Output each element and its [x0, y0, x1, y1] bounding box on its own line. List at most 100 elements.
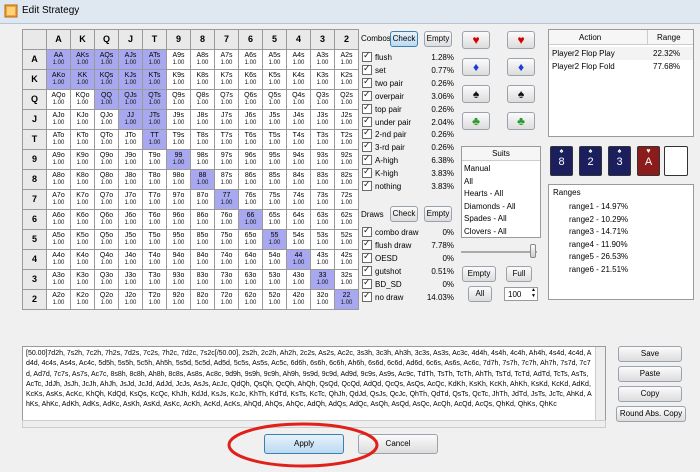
row-header[interactable]: 6	[22, 209, 47, 230]
hand-cell[interactable]: Q5o 1.00	[94, 229, 119, 250]
hand-cell[interactable]: JTs 1.00	[142, 109, 167, 130]
hand-cell[interactable]: A4o 1.00	[46, 249, 71, 270]
suit-option[interactable]: Clovers - All	[464, 227, 507, 236]
hand-cell[interactable]: 88 1.00	[190, 169, 215, 190]
hand-cell[interactable]: 85o 1.00	[190, 229, 215, 250]
hand-cell[interactable]: AJs 1.00	[118, 49, 143, 70]
suit-option[interactable]: Diamonds - All	[464, 202, 516, 211]
hand-cell[interactable]: J9s 1.00	[166, 109, 191, 130]
hand-cell[interactable]: AKo 1.00	[46, 69, 71, 90]
hand-cell[interactable]: KJo 1.00	[70, 109, 95, 130]
hand-cell[interactable]: 98s 1.00	[190, 149, 215, 170]
board-card[interactable]: ♠ 2	[579, 146, 602, 176]
hand-cell[interactable]: T3o 1.00	[142, 269, 167, 290]
hand-cell[interactable]: Q8s 1.00	[190, 89, 215, 110]
board-card[interactable]: ♥ A	[637, 146, 660, 176]
hand-cell[interactable]: 85s 1.00	[262, 169, 287, 190]
hand-cell[interactable]: J2o 1.00	[118, 289, 143, 310]
hand-cell[interactable]: T8s 1.00	[190, 129, 215, 150]
slider-thumb[interactable]	[530, 244, 536, 258]
hand-cell[interactable]: A7o 1.00	[46, 189, 71, 210]
hand-cell[interactable]: A2s 1.00	[334, 49, 359, 70]
hand-cell[interactable]: 77 1.00	[214, 189, 239, 210]
range-item[interactable]: range2 - 10.29%	[569, 215, 628, 224]
hand-cell[interactable]: 82s 1.00	[334, 169, 359, 190]
suit-filter-button[interactable]: ♦	[462, 58, 490, 76]
hand-cell[interactable]: K2o 1.00	[70, 289, 95, 310]
hand-cell[interactable]: 32s 1.00	[334, 269, 359, 290]
full-button[interactable]: Full	[506, 266, 532, 282]
combo-checkbox[interactable]	[362, 127, 372, 140]
range-item[interactable]: range3 - 14.71%	[569, 227, 628, 236]
hand-cell[interactable]: T5o 1.00	[142, 229, 167, 250]
hand-cell[interactable]: 72s 1.00	[334, 189, 359, 210]
hand-cell[interactable]: J4o 1.00	[118, 249, 143, 270]
hand-cell[interactable]: 93s 1.00	[310, 149, 335, 170]
range-item[interactable]: range5 - 26.53%	[569, 252, 628, 261]
hand-cell[interactable]: T7o 1.00	[142, 189, 167, 210]
hand-cell[interactable]: T8o 1.00	[142, 169, 167, 190]
spin-arrows-icon[interactable]: ▲ ▼	[531, 287, 536, 299]
hand-cell[interactable]: 94o 1.00	[166, 249, 191, 270]
hand-cell[interactable]: 95s 1.00	[262, 149, 287, 170]
hand-cell[interactable]: Q2o 1.00	[94, 289, 119, 310]
round-abs-copy-button[interactable]: Round Abs. Copy	[616, 406, 686, 422]
hand-cell[interactable]: K3o 1.00	[70, 269, 95, 290]
hand-cell[interactable]: K4o 1.00	[70, 249, 95, 270]
row-header[interactable]: 7	[22, 189, 47, 210]
copy-button[interactable]: Copy	[618, 386, 682, 402]
hand-cell[interactable]: Q4s 1.00	[286, 89, 311, 110]
row-header[interactable]: A	[22, 49, 47, 70]
hand-cell[interactable]: 75s 1.00	[262, 189, 287, 210]
hand-cell[interactable]: 95o 1.00	[166, 229, 191, 250]
column-header[interactable]: 6	[238, 29, 263, 50]
hand-cell[interactable]: J2s 1.00	[334, 109, 359, 130]
hand-cell[interactable]: 65o 1.00	[238, 229, 263, 250]
hand-cell[interactable]: K6o 1.00	[70, 209, 95, 230]
draw-checkbox[interactable]	[362, 251, 372, 263]
column-header[interactable]: K	[70, 29, 95, 50]
hand-cell[interactable]: 96o 1.00	[166, 209, 191, 230]
row-header[interactable]: 2	[22, 289, 47, 310]
hand-cell[interactable]: J6o 1.00	[118, 209, 143, 230]
hand-cell[interactable]: KK 1.00	[70, 69, 95, 90]
hand-cell[interactable]: 73s 1.00	[310, 189, 335, 210]
hand-cell[interactable]: A5o 1.00	[46, 229, 71, 250]
suit-filter-button[interactable]: ♣	[462, 112, 490, 130]
column-header[interactable]: 3	[310, 29, 335, 50]
hand-cell[interactable]: QTs 1.00	[142, 89, 167, 110]
hand-cell[interactable]: 44 1.00	[286, 249, 311, 270]
hand-cell[interactable]: ATo 1.00	[46, 129, 71, 150]
hand-cell[interactable]: J7s 1.00	[214, 109, 239, 130]
hand-cell[interactable]: A3o 1.00	[46, 269, 71, 290]
hand-cell[interactable]: 96s 1.00	[238, 149, 263, 170]
hand-cell[interactable]: Q9o 1.00	[94, 149, 119, 170]
hand-cell[interactable]: J8o 1.00	[118, 169, 143, 190]
hand-cell[interactable]: KQs 1.00	[94, 69, 119, 90]
hand-cell[interactable]: Q9s 1.00	[166, 89, 191, 110]
combo-checkbox[interactable]	[362, 89, 372, 101]
hand-cell[interactable]: 63s 1.00	[310, 209, 335, 230]
weight-spinbox[interactable]: 100 ▲ ▼	[504, 287, 538, 301]
hand-cell[interactable]: 83o 1.00	[190, 269, 215, 290]
hand-cell[interactable]: AJo 1.00	[46, 109, 71, 130]
draw-checkbox[interactable]	[362, 290, 372, 302]
hand-cell[interactable]: 54o 1.00	[262, 249, 287, 270]
row-header[interactable]: 8	[22, 169, 47, 190]
hand-cell[interactable]: A8s 1.00	[190, 49, 215, 70]
hand-cell[interactable]: 52s 1.00	[334, 229, 359, 250]
hand-cell[interactable]: 87s 1.00	[214, 169, 239, 190]
suit-filter-button[interactable]: ♣	[507, 112, 535, 130]
hand-cell[interactable]: Q3o 1.00	[94, 269, 119, 290]
hand-cell[interactable]: KTs 1.00	[142, 69, 167, 90]
hand-cell[interactable]: 42o 1.00	[286, 289, 311, 310]
hand-cell[interactable]: K3s 1.00	[310, 69, 335, 90]
column-header[interactable]: T	[142, 29, 167, 50]
action-row[interactable]: Player2 Flop Play 22.32%	[549, 47, 693, 60]
combo-checkbox[interactable]	[362, 115, 372, 127]
hand-cell[interactable]: JJ 1.00	[118, 109, 143, 130]
hand-cell[interactable]: JTo 1.00	[118, 129, 143, 150]
draw-checkbox[interactable]	[362, 277, 372, 289]
row-header[interactable]: K	[22, 69, 47, 90]
hand-cell[interactable]: A4s 1.00	[286, 49, 311, 70]
